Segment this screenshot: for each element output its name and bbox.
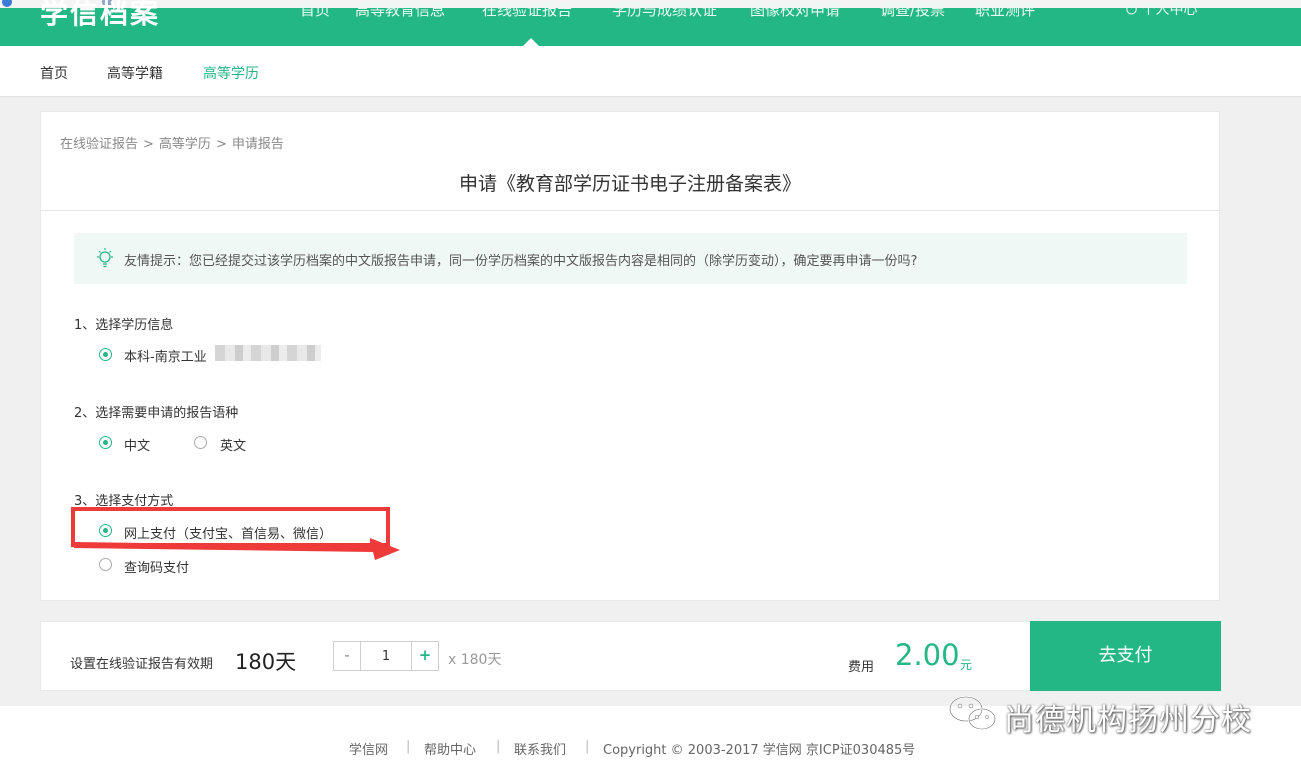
user-icon: ⏻ <box>1126 2 1142 18</box>
radio-language-chinese[interactable] <box>99 436 112 449</box>
site-header: 学信档案 首页 高等教育信息 在线验证报告 学历与成绩认证 图像校对申请 调查/… <box>0 0 1301 46</box>
watermark-text: 尚德机构扬州分校 <box>1004 703 1252 738</box>
active-nav-caret <box>523 38 539 46</box>
page-title: 申请《教育部学历证书电子注册备案表》 <box>458 173 801 195</box>
footer-separator: | <box>406 739 411 754</box>
nav-item-home[interactable]: 首页 <box>300 0 330 20</box>
nav-item-education-info[interactable]: 高等教育信息 <box>355 0 445 20</box>
breadcrumb-item-current: 申请报告 <box>231 137 284 152</box>
fee-unit: 元 <box>960 658 973 672</box>
increment-button[interactable]: + <box>411 642 438 670</box>
section-title-language: 2、选择需要申请的报告语种 <box>74 406 239 421</box>
fee-value: 2.00 <box>895 638 960 672</box>
nav-item-certification[interactable]: 学历与成绩认证 <box>612 0 717 20</box>
tip-text: 友情提示：您已经提交过该学历档案的中文版报告申请，同一份学历档案的中文版报告内容… <box>124 254 918 269</box>
fee-label: 费用 <box>848 660 875 675</box>
quantity-stepper: - + <box>333 641 439 671</box>
title-divider <box>41 210 1219 211</box>
language-option-english[interactable]: 英文 <box>220 435 246 454</box>
bookmark-icon <box>2 0 12 7</box>
subnav-item-degree[interactable]: 高等学历 <box>203 63 259 83</box>
multiplier-text: x 180天 <box>448 652 502 668</box>
subnav-item-home[interactable]: 首页 <box>40 63 68 83</box>
footer-link-chsi[interactable]: 学信网 <box>349 739 388 758</box>
lightbulb-icon <box>97 248 113 268</box>
section-title-education: 1、选择学历信息 <box>74 318 174 333</box>
footer-copyright: Copyright © 2003-2017 学信网 京ICP证030485号 <box>603 743 916 758</box>
footer-link-contact[interactable]: 联系我们 <box>514 739 566 758</box>
decrement-button[interactable]: - <box>334 642 361 670</box>
blurred-redaction <box>215 345 321 361</box>
nav-item-image-check[interactable]: 图像校对申请 <box>750 0 840 20</box>
breadcrumb-item[interactable]: 高等学历 <box>159 137 211 152</box>
wechat-icon <box>948 695 997 731</box>
breadcrumb: 在线验证报告 > 高等学历 > 申请报告 <box>60 137 284 152</box>
breadcrumb-item[interactable]: 在线验证报告 <box>60 137 138 152</box>
language-option-chinese[interactable]: 中文 <box>124 435 150 454</box>
payment-bar: 设置在线验证报告有效期 180天 - + x 180天 费用 2.00 元 去支… <box>40 621 1221 691</box>
user-center-link[interactable]: ⏻ 个人中心 <box>1126 0 1198 19</box>
nav-item-online-report[interactable]: 在线验证报告 <box>482 0 572 20</box>
pay-button[interactable]: 去支付 <box>1030 621 1221 691</box>
radio-language-english[interactable] <box>194 436 207 449</box>
quantity-input[interactable] <box>361 642 411 670</box>
site-logo[interactable]: 学信档案 <box>40 0 160 32</box>
nav-item-survey[interactable]: 调查/投票 <box>880 0 945 20</box>
sub-navigation: 首页 高等学籍 高等学历 <box>0 46 1301 97</box>
validity-value: 180天 <box>235 650 297 674</box>
footer-separator: | <box>585 739 590 754</box>
subnav-item-enrollment[interactable]: 高等学籍 <box>107 63 163 83</box>
validity-label: 设置在线验证报告有效期 <box>70 657 214 672</box>
education-option-label[interactable]: 本科-南京工业 <box>124 346 207 365</box>
radio-education-option[interactable] <box>99 348 112 361</box>
footer-link-help[interactable]: 帮助中心 <box>424 739 476 758</box>
nav-item-career-test[interactable]: 职业测评 <box>975 0 1035 20</box>
tip-banner: 友情提示：您已经提交过该学历档案的中文版报告申请，同一份学历档案的中文版报告内容… <box>74 233 1187 284</box>
annotation-arrow-icon <box>74 538 400 560</box>
footer-separator: | <box>496 739 501 754</box>
